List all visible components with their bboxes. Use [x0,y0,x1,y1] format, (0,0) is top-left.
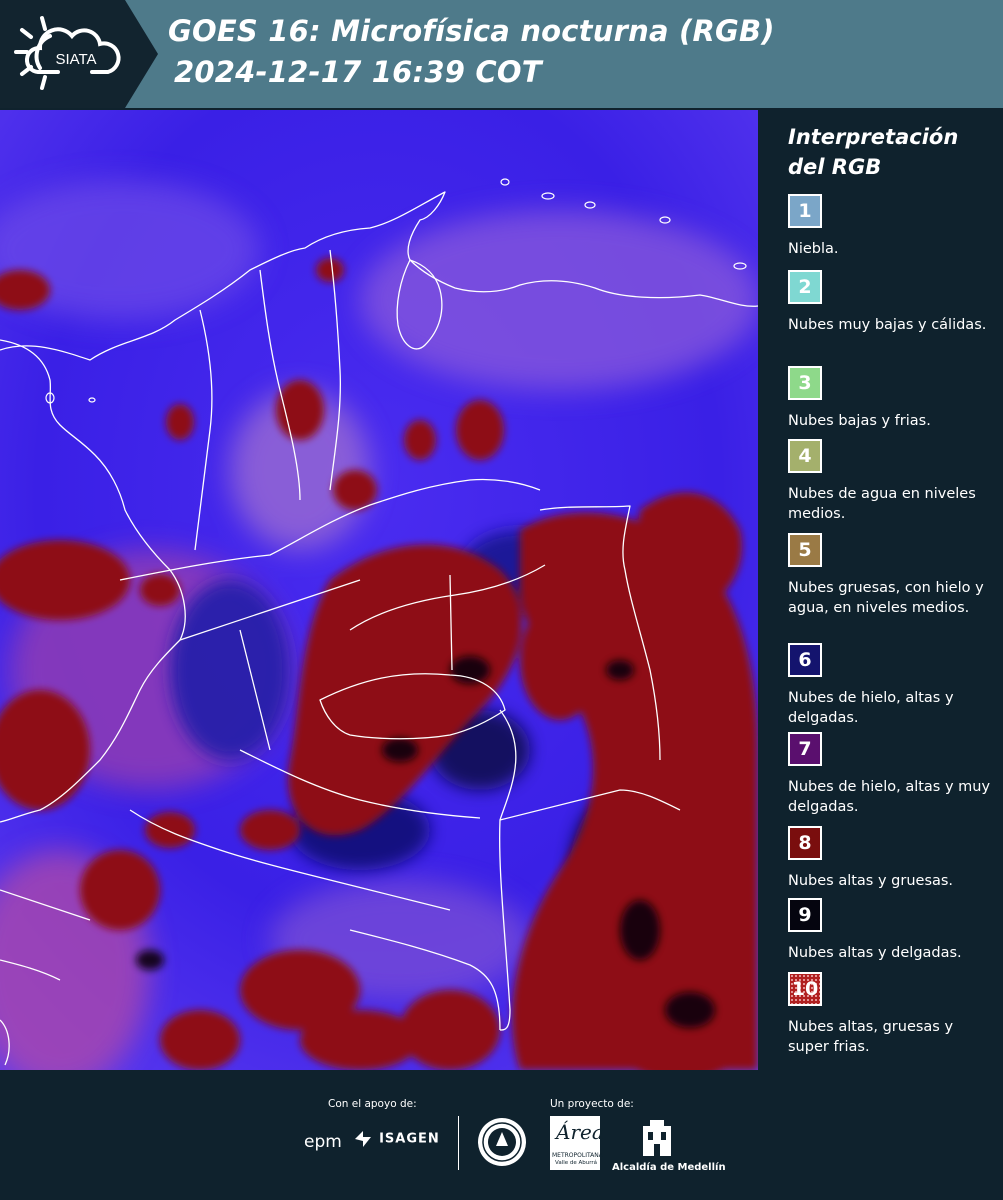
legend-label: Nubes altas y gruesas. [788,873,954,889]
legend-item: 1 Niebla. [788,194,993,259]
legend-swatch: 3 [788,366,822,400]
area-logo-sub: METROPOLITANA [552,1152,603,1159]
legend-panel: Interpretación del RGB 1 Niebla. 2 Nubes… [760,110,1003,1070]
legend-item: 2 Nubes muy bajas y cálidas. [788,270,993,335]
legend-item: 3 Nubes bajas y frias. [788,366,993,431]
legend-swatch: 4 [788,439,822,473]
legend-label: Niebla. [788,241,839,257]
footer-divider [458,1116,459,1170]
legend-label: Nubes de agua en niveles medios. [788,486,976,522]
legend-swatch: 5 [788,533,822,567]
legend-item: 6 Nubes de hielo, altas y delgadas. [788,643,993,728]
area-logo-main: Área [556,1120,604,1144]
legend-swatch: 8 [788,826,822,860]
isagen-text: ISAGEN [379,1131,440,1147]
legend-label: Nubes de hielo, altas y delgadas. [788,690,954,726]
legend-label: Nubes bajas y frias. [788,413,931,429]
project-caption: Un proyecto de: [550,1098,634,1110]
legend-label: Nubes gruesas, con hielo y agua, en nive… [788,580,984,616]
legend-item: 4 Nubes de agua en niveles medios. [788,439,993,524]
legend-title-line1: Interpretación [788,125,959,149]
legend-label: Nubes muy bajas y cálidas. [788,317,987,333]
legend-item: 5 Nubes gruesas, con hielo y agua, en ni… [788,533,993,618]
satellite-rgb-map [0,110,758,1070]
support-caption: Con el apoyo de: [328,1098,417,1110]
alcaldia-building-icon [640,1118,674,1162]
legend-label: Nubes de hielo, altas y muy delgadas. [788,779,991,815]
isagen-logo: ISAGEN [352,1128,440,1150]
isagen-icon [355,1131,371,1147]
legend-item: 9 Nubes altas y delgadas. [788,898,993,963]
legend-title-line2: del RGB [788,155,882,179]
epm-logo: epm [304,1132,342,1152]
legend-label: Nubes altas y delgadas. [788,945,962,961]
area-logo-sub2: Valle de Aburrá [555,1160,598,1166]
header: SIATA GOES 16: Microfísica nocturna (RGB… [0,0,1003,108]
legend-swatch: 2 [788,270,822,304]
area-metropolitana-logo: Área METROPOLITANA Valle de Aburrá [550,1116,604,1170]
siata-logo: SIATA [0,0,160,108]
logo-text: SIATA [55,51,96,68]
legend-label: Nubes altas, gruesas y super frias. [788,1019,954,1055]
alcaldia-logo-text: Alcaldía de Medellín [612,1162,726,1173]
medellin-seal-icon [476,1116,528,1172]
legend-swatch: 6 [788,643,822,677]
page-timestamp: 2024-12-17 16:39 COT [174,55,542,89]
legend-title: Interpretación del RGB [788,122,998,182]
legend-swatch: 1 [788,194,822,228]
legend-swatch: 7 [788,732,822,766]
legend-swatch: 9 [788,898,822,932]
legend-item: 10 Nubes altas, gruesas y super frias. [788,972,993,1057]
legend-item: 7 Nubes de hielo, altas y muy delgadas. [788,732,993,817]
legend-item: 8 Nubes altas y gruesas. [788,826,993,891]
page-title: GOES 16: Microfísica nocturna (RGB) [168,14,775,48]
legend-swatch: 10 [788,972,822,1006]
footer: Con el apoyo de: Un proyecto de: epm ISA… [0,1070,1003,1200]
